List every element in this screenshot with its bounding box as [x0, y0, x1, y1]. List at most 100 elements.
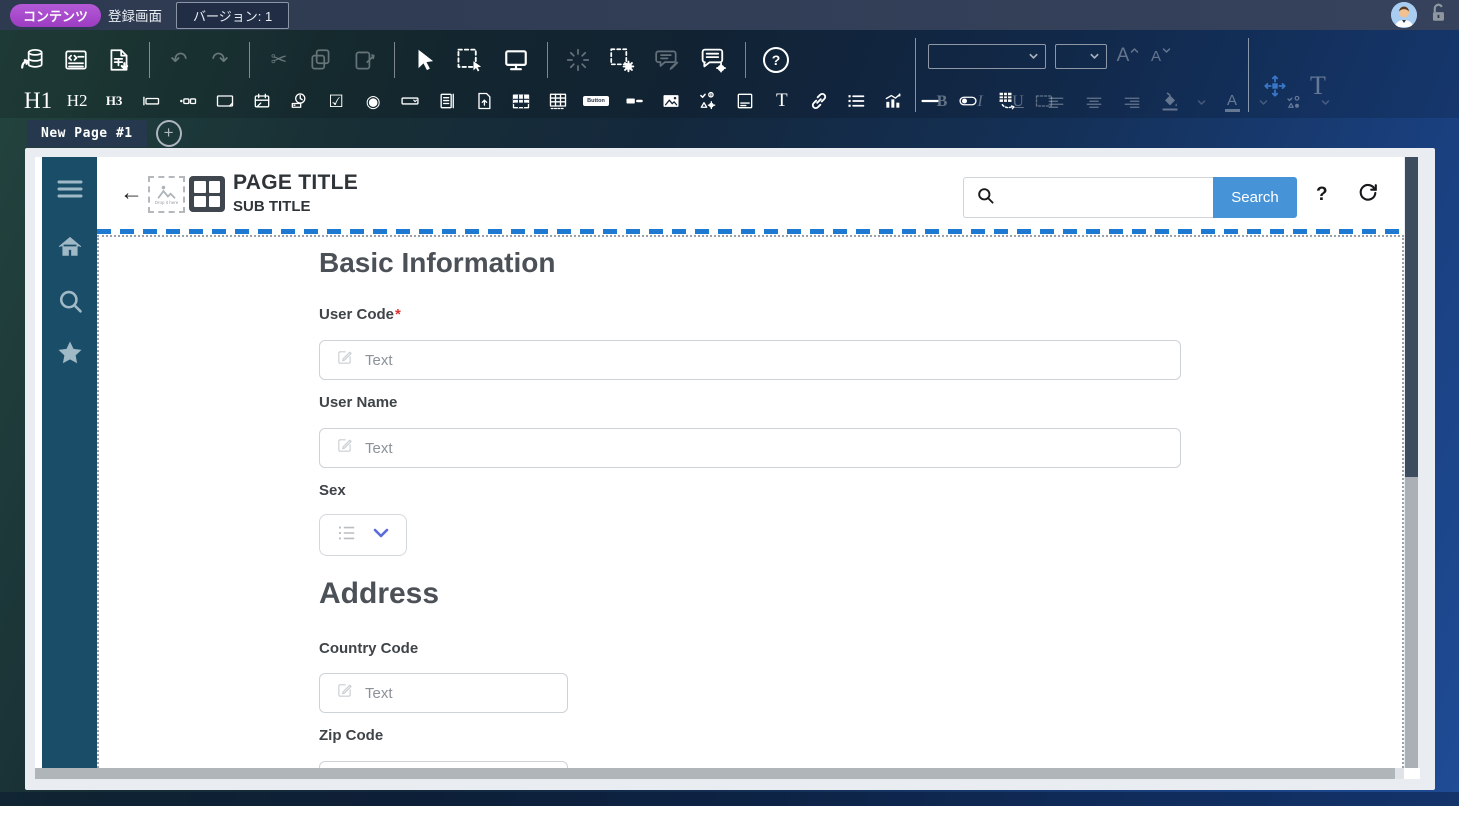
separator	[149, 42, 150, 78]
redo-icon[interactable]: ↷	[208, 46, 232, 74]
comment-edit-icon[interactable]	[653, 46, 681, 74]
label-text: User Name	[319, 394, 398, 411]
italic-icon[interactable]: I	[968, 88, 992, 116]
tab-label: New Page #1	[41, 125, 133, 141]
star-icon[interactable]	[42, 336, 97, 370]
unlock-icon[interactable]	[1427, 1, 1449, 30]
tab-new-page-1[interactable]: New Page #1	[27, 119, 147, 147]
help-question-glyph: ?	[763, 47, 789, 73]
required-asterisk: *	[395, 306, 401, 323]
fill-color-caret[interactable]	[1196, 88, 1206, 116]
user-code-text-input[interactable]	[363, 340, 1180, 380]
search-icon[interactable]	[42, 285, 97, 319]
input-parts-icon[interactable]	[176, 87, 200, 115]
file-upload-icon[interactable]	[472, 87, 496, 115]
search-input[interactable]	[1003, 177, 1213, 218]
bullet-list-icon[interactable]	[844, 87, 868, 115]
menu-icon[interactable]	[42, 172, 97, 206]
align-right-icon[interactable]	[1120, 88, 1144, 116]
cut-icon[interactable]: ✂	[267, 46, 291, 74]
paste-icon[interactable]	[351, 46, 377, 74]
fill-color-icon[interactable]	[1158, 88, 1182, 116]
radio-icon[interactable]: ◉	[361, 87, 385, 115]
vertical-scrollbar-thumb[interactable]	[1405, 157, 1418, 477]
heading3-icon[interactable]: H3	[102, 87, 126, 115]
button-icon[interactable]: Button	[583, 87, 609, 115]
link-icon[interactable]	[807, 87, 831, 115]
grid-table-icon[interactable]	[546, 87, 570, 115]
preview-monitor-icon[interactable]	[502, 46, 530, 74]
vertical-scrollbar[interactable]	[1405, 157, 1418, 768]
data-import-icon[interactable]	[20, 46, 46, 74]
help-icon[interactable]: ?	[763, 46, 789, 74]
symbol-color-caret[interactable]	[1320, 88, 1330, 116]
align-center-icon[interactable]	[1082, 88, 1106, 116]
symbol-color-icon[interactable]	[1282, 88, 1306, 116]
label-text: User Code	[319, 306, 395, 323]
combobox-icon[interactable]	[398, 87, 422, 115]
content-badge: コンテンツ	[10, 3, 102, 27]
user-avatar[interactable]	[1391, 2, 1417, 28]
sex-select[interactable]	[319, 514, 407, 556]
chart-icon[interactable]	[881, 87, 905, 115]
font-family-select[interactable]	[928, 43, 1046, 69]
table-icon[interactable]	[509, 87, 533, 115]
tab-bar: New Page #1 +	[0, 118, 1459, 148]
font-color-caret[interactable]	[1258, 88, 1268, 116]
separator	[249, 42, 250, 78]
text-icon[interactable]: T	[770, 87, 794, 115]
image-drop-placeholder[interactable]: Drop it here	[148, 176, 185, 213]
underline-icon[interactable]: U	[1006, 88, 1030, 116]
edit-pencil-icon	[336, 437, 353, 459]
search-button[interactable]: Search	[1213, 177, 1297, 218]
toolbar: ↶ ↷ ✂ ? A A T H1 H2 H3 ☑ ◉ Button T B I …	[0, 30, 1459, 118]
country-code-text-input[interactable]	[363, 673, 567, 713]
page-help-icon[interactable]: ?	[1316, 184, 1328, 206]
refresh-icon[interactable]	[1357, 181, 1379, 208]
horizontal-scrollbar-thumb[interactable]	[35, 768, 1395, 779]
section-title-address: Address	[319, 577, 440, 610]
image-icon[interactable]	[659, 87, 683, 115]
area-settings-icon[interactable]	[608, 46, 636, 74]
home-icon[interactable]	[42, 230, 97, 264]
toggle-small-icon[interactable]	[622, 87, 646, 115]
file-export-icon[interactable]	[106, 46, 132, 74]
add-tab-button[interactable]: +	[155, 119, 182, 147]
source-code-icon[interactable]	[63, 46, 89, 74]
timepicker-icon[interactable]	[287, 87, 311, 115]
font-increase-icon[interactable]: A	[1116, 42, 1140, 70]
heading2-icon[interactable]: H2	[65, 87, 89, 115]
listbox-icon[interactable]	[435, 87, 459, 115]
checkbox-icon[interactable]: ☑	[324, 87, 348, 115]
zip-code-text-input[interactable]	[363, 761, 567, 768]
font-decrease-icon[interactable]: A	[1149, 42, 1173, 70]
textbox-icon[interactable]	[139, 87, 163, 115]
horizontal-scrollbar[interactable]	[35, 768, 1404, 779]
user-name-input	[319, 428, 1181, 468]
align-left-icon[interactable]	[1044, 88, 1068, 116]
select-area-icon[interactable]	[455, 46, 485, 74]
label-text: Sex	[319, 482, 346, 499]
heading1-icon[interactable]: H1	[24, 87, 52, 115]
datepicker-icon[interactable]	[250, 87, 274, 115]
edit-pencil-icon	[336, 682, 353, 704]
symbols-icon[interactable]	[696, 87, 720, 115]
user-name-text-input[interactable]	[363, 428, 1180, 468]
textarea-icon[interactable]	[213, 87, 237, 115]
label-text: Country Code	[319, 640, 419, 657]
font-size-select[interactable]	[1055, 43, 1107, 69]
toolbar-row-2: H1 H2 H3 ☑ ◉ Button T	[24, 86, 1057, 116]
separator	[547, 42, 548, 78]
copy-icon[interactable]	[308, 46, 334, 74]
comment-settings-icon[interactable]	[698, 46, 728, 74]
font-color-icon[interactable]: A	[1220, 88, 1244, 116]
app-window: コンテンツ 登録画面 バージョン: 1 ↶ ↷ ✂ ? A A T H1 H2 …	[0, 0, 1459, 806]
back-arrow-icon[interactable]: ←	[120, 181, 143, 204]
separator	[745, 42, 746, 78]
zip-code-input	[319, 761, 568, 768]
undo-icon[interactable]: ↶	[167, 46, 191, 74]
panel-icon[interactable]	[733, 87, 757, 115]
snap-icon[interactable]	[565, 46, 591, 74]
select-cursor-icon[interactable]	[412, 46, 438, 74]
bold-icon[interactable]: B	[930, 88, 954, 116]
